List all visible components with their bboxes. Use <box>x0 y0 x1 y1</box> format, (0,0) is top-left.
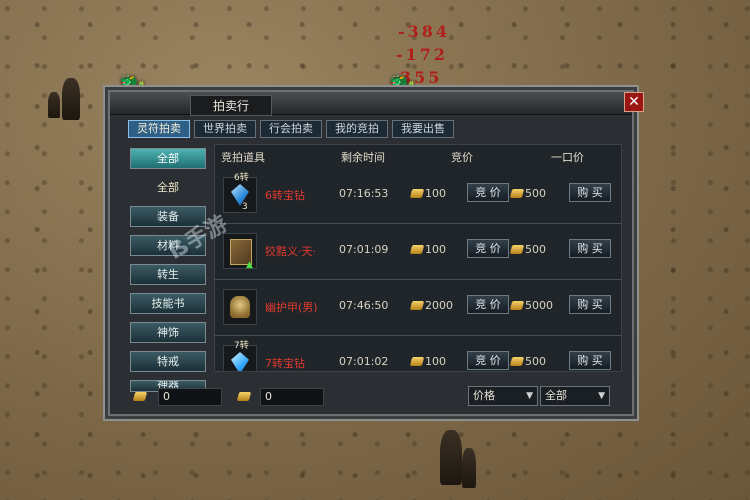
buyout-price: 5000 <box>509 299 553 312</box>
rock-spike <box>48 92 60 118</box>
armor-icon <box>230 296 250 318</box>
item-level-badge: 7转 <box>234 341 249 351</box>
tab-sell[interactable]: 我要出售 <box>392 120 454 138</box>
tab-talisman-auction[interactable]: 灵符拍卖 <box>128 120 190 138</box>
close-button[interactable]: ✕ <box>624 92 644 112</box>
tab-my-bids[interactable]: 我的竞拍 <box>326 120 388 138</box>
bid-price: 100 <box>409 355 446 368</box>
item-count-badge: 3 <box>242 202 248 212</box>
damage-number: -172 <box>396 45 449 64</box>
auction-listing: 竞拍道具 剩余时间 竞价 一口价 6转 3 6转宝钻 07:16:53 100 … <box>214 144 622 372</box>
item-name: 幽护甲(男) <box>265 301 318 314</box>
ingot-amount-field: 0 <box>260 388 324 406</box>
item-level-badge: 6转 <box>234 173 249 183</box>
item-name: 6转宝钻 <box>265 189 305 202</box>
rock-spike <box>462 448 476 488</box>
remaining-time: 07:01:02 <box>339 355 389 368</box>
yuanbao-icon <box>236 392 252 401</box>
sort-select[interactable]: 价格 ▼ <box>468 386 538 406</box>
window-title: 拍卖行 <box>190 95 272 116</box>
listing-row[interactable]: ▲ 狡黠义·天· 07:01:09 100 竞 价 500 购 买 <box>215 225 621 280</box>
bid-price: 2000 <box>409 299 453 312</box>
sidebar-item-all[interactable]: 全部 <box>130 148 206 169</box>
gold-ingot-icon <box>509 245 525 254</box>
bid-button[interactable]: 竞 价 <box>467 239 509 258</box>
chevron-down-icon: ▼ <box>598 391 605 401</box>
tab-world-auction[interactable]: 世界拍卖 <box>194 120 256 138</box>
sidebar-item-divine-ornaments[interactable]: 神饰 <box>130 322 206 343</box>
column-header-bid: 竞价 <box>451 151 473 164</box>
buy-button[interactable]: 购 买 <box>569 295 611 314</box>
sidebar-item-skill-books[interactable]: 技能书 <box>130 293 206 314</box>
buy-button[interactable]: 购 买 <box>569 183 611 202</box>
chevron-down-icon: ▼ <box>526 391 533 401</box>
gold-ingot-icon <box>509 189 525 198</box>
bid-price: 100 <box>409 187 446 200</box>
listing-row[interactable]: 6转 3 6转宝钻 07:16:53 100 竞 价 500 购 买 <box>215 169 621 224</box>
gold-ingot-icon <box>509 301 525 310</box>
item-slot[interactable]: 6转 3 <box>223 173 257 213</box>
title-bar[interactable]: 拍卖行 <box>110 92 632 116</box>
tab-guild-auction[interactable]: 行会拍卖 <box>260 120 322 138</box>
sidebar-item-rebirth[interactable]: 转生 <box>130 264 206 285</box>
gold-ingot-icon <box>132 392 148 401</box>
column-header-time: 剩余时间 <box>341 151 385 164</box>
rock-spike <box>440 430 462 485</box>
remaining-time: 07:01:09 <box>339 243 389 256</box>
item-slot[interactable]: ▲ <box>223 233 257 270</box>
filter-select[interactable]: 全部 ▼ <box>540 386 610 406</box>
bid-price: 100 <box>409 243 446 256</box>
buy-button[interactable]: 购 买 <box>569 239 611 258</box>
gold-amount-field: 0 <box>158 388 222 406</box>
bid-button[interactable]: 竞 价 <box>467 351 509 370</box>
auction-tabs: 灵符拍卖 世界拍卖 行会拍卖 我的竞拍 我要出售 <box>128 120 454 138</box>
bid-button[interactable]: 竞 价 <box>467 295 509 314</box>
listing-row[interactable]: 7转 7转宝钻 07:01:02 100 竞 价 500 购 买 <box>215 337 621 371</box>
filter-select-value: 全部 <box>545 389 567 402</box>
item-slot[interactable] <box>223 289 257 325</box>
sidebar-item-all-sub[interactable]: 全部 <box>130 177 206 198</box>
item-slot[interactable]: 7转 <box>223 341 257 371</box>
rock-spike <box>62 78 80 120</box>
gold-ingot-icon <box>509 357 525 366</box>
category-sidebar: 全部 全部 装备 材料 转生 技能书 神饰 特戒 神器 <box>130 148 210 400</box>
buy-button[interactable]: 购 买 <box>569 351 611 370</box>
gold-ingot-icon <box>409 357 425 366</box>
column-header-item: 竞拍道具 <box>221 151 265 164</box>
gold-ingot-icon <box>409 245 425 254</box>
currency-footer: 0 0 价格 ▼ 全部 ▼ <box>128 386 620 406</box>
gold-ingot-icon <box>409 301 425 310</box>
gold-ingot-icon <box>409 189 425 198</box>
column-header-buyout: 一口价 <box>551 151 584 164</box>
remaining-time: 07:16:53 <box>339 187 389 200</box>
bid-button[interactable]: 竞 价 <box>467 183 509 202</box>
sort-select-value: 价格 <box>473 389 495 402</box>
item-name: 狡黠义·天· <box>265 245 316 258</box>
sidebar-item-special-rings[interactable]: 特戒 <box>130 351 206 372</box>
item-name: 7转宝钻 <box>265 357 305 370</box>
gem-icon <box>231 352 249 371</box>
remaining-time: 07:46:50 <box>339 299 389 312</box>
listing-row[interactable]: 幽护甲(男) 07:46:50 2000 竞 价 5000 购 买 <box>215 281 621 336</box>
buyout-price: 500 <box>509 355 546 368</box>
buyout-price: 500 <box>509 243 546 256</box>
damage-number: -384 <box>398 22 451 41</box>
buyout-price: 500 <box>509 187 546 200</box>
upgrade-arrow-icon: ▲ <box>246 260 253 270</box>
